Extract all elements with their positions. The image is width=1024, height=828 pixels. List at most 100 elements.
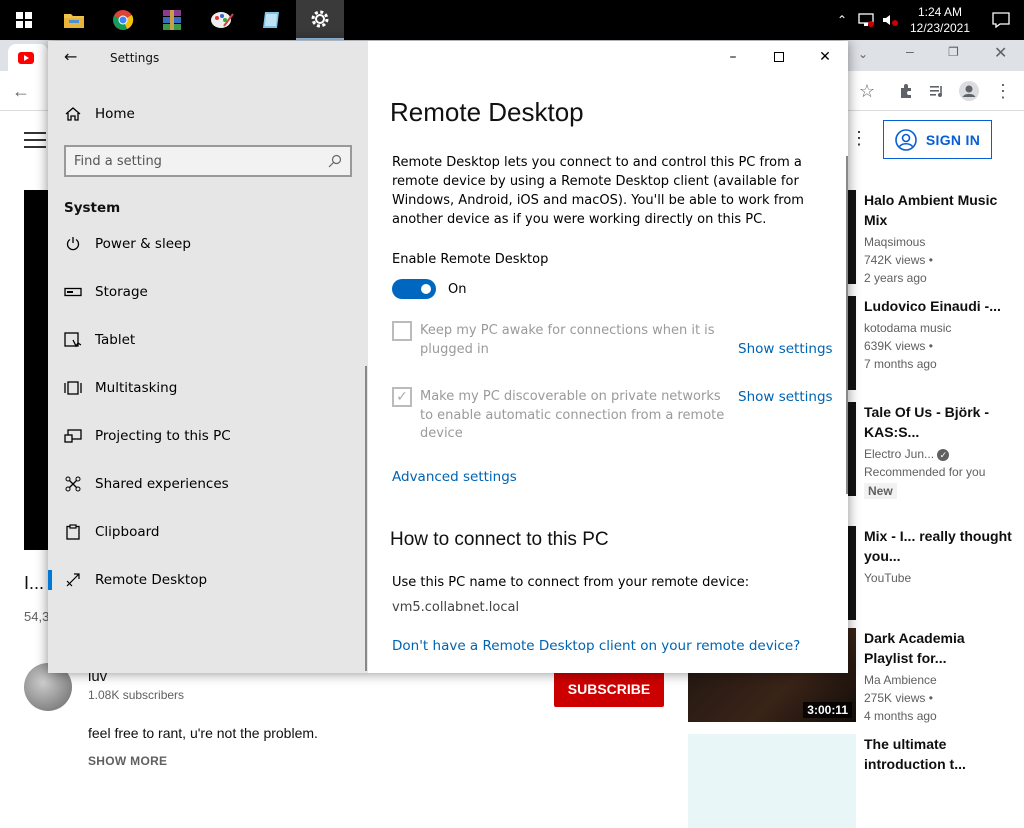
verified-icon: ✓	[937, 449, 950, 461]
how-to-connect-heading: How to connect to this PC	[390, 529, 609, 550]
recommendation-age: 4 months ago	[864, 709, 937, 723]
sign-in-button[interactable]: SIGN IN	[883, 120, 992, 159]
windows-start-icon[interactable]	[0, 0, 48, 40]
tablet-icon	[48, 332, 95, 348]
recommendation-channel: Electro Jun...	[864, 447, 935, 461]
bookmark-star-icon[interactable]: ☆	[850, 71, 884, 111]
browser-tab[interactable]	[8, 44, 48, 71]
sidebar-scrollbar[interactable]	[365, 366, 367, 671]
show-settings-link-2[interactable]: Show settings	[738, 389, 833, 405]
nav-home[interactable]: Home	[48, 90, 368, 138]
video-description: feel free to rant, u're not the problem.	[88, 725, 318, 741]
minimize-icon[interactable]: –	[906, 43, 914, 59]
enable-remote-desktop-toggle[interactable]	[392, 279, 436, 299]
recommendation-age: 2 years ago	[864, 271, 927, 285]
back-icon[interactable]: ←	[4, 71, 38, 111]
recommendation-views: 275K views •	[864, 691, 933, 705]
maximize-button[interactable]	[756, 41, 802, 73]
recommendation-title[interactable]: Dark Academia Playlist for...	[864, 628, 1014, 668]
recommendation-channel: Ma Ambience	[864, 673, 937, 687]
hamburger-menu-icon[interactable]	[24, 132, 46, 148]
nav-storage[interactable]: Storage	[48, 268, 368, 316]
subscriber-count: 1.08K subscribers	[88, 688, 185, 702]
recommendation-title[interactable]: Ludovico Einaudi -...	[864, 296, 1014, 316]
file-explorer-icon[interactable]	[50, 0, 98, 40]
video-player[interactable]	[24, 190, 48, 550]
recommendation-views: 742K views •	[864, 253, 933, 267]
sign-in-label: SIGN IN	[925, 131, 981, 148]
recommendation-age: 7 months ago	[864, 357, 937, 371]
recommendation-title[interactable]: The ultimate introduction t...	[864, 734, 1014, 774]
nav-label: Tablet	[95, 332, 136, 348]
new-badge: New	[864, 483, 897, 499]
power-icon	[48, 236, 95, 252]
account-icon	[895, 128, 917, 151]
recommendation-thumbnail[interactable]	[688, 734, 856, 828]
extensions-icon[interactable]	[889, 71, 923, 111]
storage-icon	[48, 287, 95, 297]
nav-projecting[interactable]: Projecting to this PC	[48, 412, 368, 460]
nav-label: Remote Desktop	[95, 572, 208, 588]
settings-sidebar: ← Settings Home Find a setting System Po…	[48, 41, 368, 673]
clock-time: 1:24 AM	[917, 5, 963, 19]
settings-gear-icon[interactable]	[296, 0, 344, 40]
nav-tablet[interactable]: Tablet	[48, 316, 368, 364]
home-label: Home	[95, 106, 135, 122]
keep-awake-label: Keep my PC awake for connections when it…	[420, 323, 715, 357]
multitasking-icon	[48, 380, 95, 396]
recommendation-channel: YouTube	[864, 571, 912, 585]
chevron-up-icon[interactable]: ⌃	[830, 13, 854, 27]
paint-icon[interactable]	[198, 0, 246, 40]
nav-clipboard[interactable]: Clipboard	[48, 508, 368, 556]
volume-muted-icon[interactable]	[878, 13, 902, 27]
discoverable-checkbox[interactable]: ✓	[392, 387, 412, 407]
client-download-link[interactable]: Don't have a Remote Desktop client on yo…	[392, 638, 800, 654]
winrar-icon[interactable]	[148, 0, 196, 40]
nav-label: Shared experiences	[95, 476, 229, 492]
chrome-menu-icon[interactable]: ⋮	[986, 71, 1020, 111]
network-icon[interactable]	[854, 13, 878, 27]
search-placeholder: Find a setting	[74, 153, 162, 169]
notepad-icon[interactable]	[247, 0, 295, 40]
back-arrow-icon[interactable]: ←	[64, 47, 77, 66]
show-settings-link-1[interactable]: Show settings	[738, 341, 833, 357]
recommendation-title[interactable]: Tale Of Us - Björk - KAS:S...	[864, 402, 1014, 442]
close-icon[interactable]: ✕	[994, 43, 1007, 63]
show-more-button[interactable]: SHOW MORE	[88, 754, 167, 768]
video-duration: 3:00:11	[803, 702, 852, 718]
close-button[interactable]: ✕	[802, 41, 848, 73]
system-tray: ⌃ 1:24 AM 12/23/2021	[830, 0, 1024, 40]
find-setting-search[interactable]: Find a setting	[64, 145, 352, 177]
window-controls: – ✕	[710, 41, 848, 73]
recommendation-title[interactable]: Mix - I... really thought you...	[864, 526, 1014, 566]
page-title: Remote Desktop	[390, 97, 584, 127]
clock-date: 12/23/2021	[909, 21, 971, 35]
media-control-icon[interactable]	[920, 71, 954, 111]
nav-label: Multitasking	[95, 380, 178, 396]
keep-awake-checkbox[interactable]	[392, 321, 412, 341]
clock[interactable]: 1:24 AM 12/23/2021	[902, 4, 978, 36]
chrome-icon[interactable]	[99, 0, 147, 40]
window-title: Settings	[110, 51, 160, 65]
nav-remote-desktop[interactable]: Remote Desktop	[48, 556, 368, 604]
use-pc-name-text: Use this PC name to connect from your re…	[392, 575, 750, 590]
video-title: I...	[24, 573, 45, 593]
more-options-icon[interactable]: ⋮	[850, 128, 868, 149]
nav-label: Projecting to this PC	[95, 428, 231, 444]
action-center-icon[interactable]	[978, 12, 1024, 28]
pc-name-value: vm5.collabnet.local	[392, 600, 520, 615]
recommendation-title[interactable]: Halo Ambient Music Mix	[864, 190, 1014, 230]
restore-icon[interactable]: ❐	[948, 45, 959, 59]
nav-multitasking[interactable]: Multitasking	[48, 364, 368, 412]
profile-avatar-icon[interactable]	[952, 71, 986, 111]
nav-shared-experiences[interactable]: Shared experiences	[48, 460, 368, 508]
recommendation-views: 639K views •	[864, 339, 933, 353]
advanced-settings-link[interactable]: Advanced settings	[392, 469, 517, 485]
minimize-button[interactable]: –	[710, 41, 756, 73]
home-icon	[48, 106, 95, 122]
subscribe-button[interactable]: SUBSCRIBE	[554, 671, 664, 707]
recommendation-channel: kotodama music	[864, 321, 952, 335]
content-scrollbar[interactable]	[846, 156, 848, 494]
tab-search-icon[interactable]: ⌄	[858, 47, 868, 61]
nav-power-sleep[interactable]: Power & sleep	[48, 221, 368, 267]
